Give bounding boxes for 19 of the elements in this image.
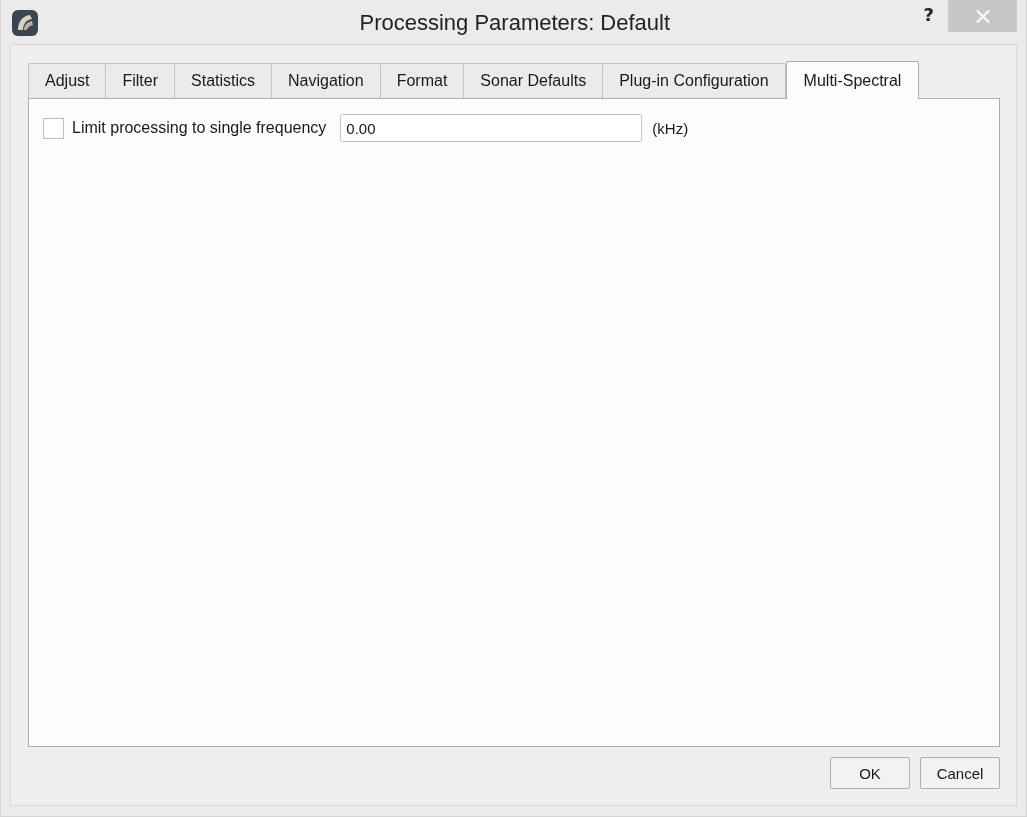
tab[interactable]: Adjust: [28, 63, 107, 98]
dialog-button[interactable]: OK: [830, 757, 910, 789]
unit-label: (kHz): [652, 119, 689, 137]
tab[interactable]: Plug-in Configuration: [602, 63, 786, 98]
window-title: Processing Parameters: Default: [358, 12, 672, 34]
app-icon: [12, 10, 38, 36]
close-button[interactable]: [948, 0, 1017, 32]
tab[interactable]: Navigation: [271, 63, 381, 98]
tab[interactable]: Format: [379, 63, 465, 98]
close-icon: [975, 9, 990, 23]
tab[interactable]: Filter: [105, 63, 176, 98]
tab[interactable]: Sonar Defaults: [463, 63, 604, 98]
checkbox[interactable]: [43, 117, 64, 139]
help-button[interactable]: ?: [919, 5, 938, 25]
checkbox-label: Limit processing to single frequency: [72, 119, 327, 137]
tab[interactable]: Statistics: [174, 63, 273, 98]
frequency-input-field[interactable]: 0.00: [340, 114, 643, 142]
tab[interactable]: Multi-Spectral: [785, 61, 920, 99]
dialog-button[interactable]: Cancel: [920, 757, 1000, 789]
